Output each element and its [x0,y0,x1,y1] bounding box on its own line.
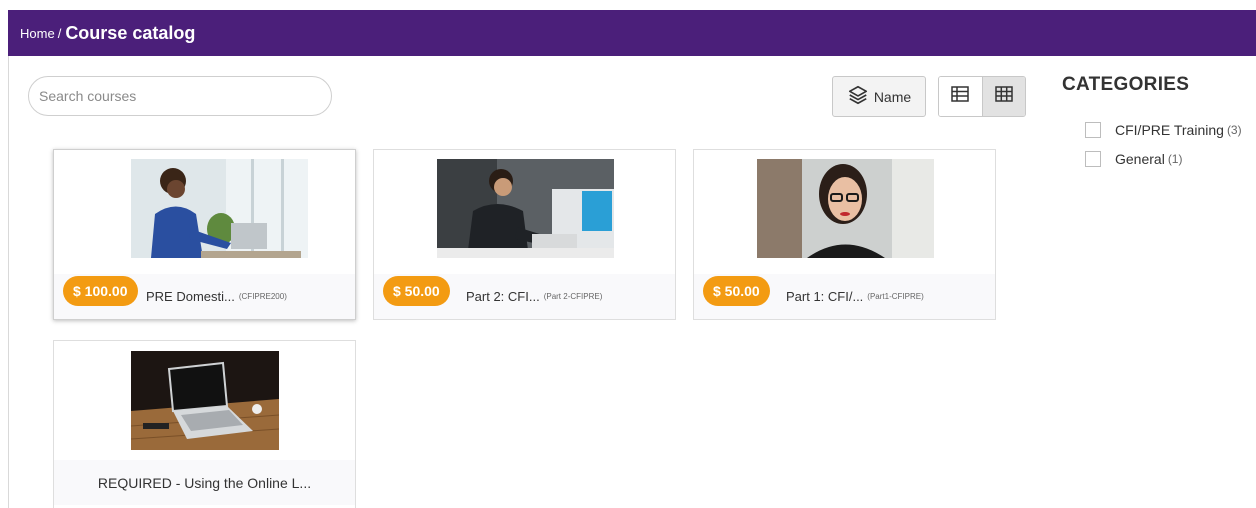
course-info: REQUIRED - Using the Online L... [54,460,355,505]
course-card[interactable]: Part 1: CFI/... (Part1-CFIPRE) $ 50.00 [693,149,996,320]
course-thumbnail [437,159,614,258]
course-thumbnail [131,159,308,258]
page-title: Course catalog [65,22,196,43]
sort-by-name-button[interactable]: Name [832,76,926,117]
course-title: REQUIRED - Using the Online L... [97,474,312,491]
list-view-button[interactable] [939,77,982,116]
grid-view-button[interactable] [981,77,1025,116]
course-code: (CFIPRE200) [238,292,287,301]
price-badge: $ 100.00 [63,276,138,306]
category-count: (1) [1167,152,1183,166]
category-label: CFI/PRE Training [1115,122,1224,138]
course-title: Part 1: CFI/... [786,289,864,304]
course-title: Part 2: CFI... [466,289,540,304]
course-card[interactable]: Part 2: CFI... (Part 2-CFIPRE) $ 50.00 [373,149,676,320]
course-card[interactable]: PRE Domesti... (CFIPRE200) $ 100.00 [53,149,356,320]
content-border [8,56,9,508]
price-badge: $ 50.00 [383,276,450,306]
category-checkbox[interactable] [1085,122,1101,138]
grid-view-icon [994,85,1014,108]
category-count: (3) [1226,123,1242,137]
category-checkbox[interactable] [1085,151,1101,167]
course-thumbnail [131,351,308,450]
category-filter-cfi-pre-training[interactable]: CFI/PRE Training (3) [1085,122,1242,138]
sort-label: Name [873,88,912,105]
price-badge: $ 50.00 [703,276,770,306]
view-toggle [938,76,1026,117]
course-thumbnail [757,159,934,258]
category-filter-general[interactable]: General (1) [1085,151,1182,167]
category-label: General [1115,151,1165,167]
course-code: (Part1-CFIPRE) [867,292,924,301]
breadcrumb-separator: / [57,25,62,41]
breadcrumb-home-link[interactable]: Home [20,26,55,41]
search-input[interactable] [28,76,332,116]
course-title: PRE Domesti... [146,289,235,304]
list-view-icon [950,85,970,108]
course-code: (Part 2-CFIPRE) [543,292,603,301]
layers-icon [847,84,869,109]
top-bar: Home / Course catalog [8,10,1256,56]
course-card[interactable]: REQUIRED - Using the Online L... [53,340,356,508]
categories-heading: CATEGORIES [1062,74,1190,95]
